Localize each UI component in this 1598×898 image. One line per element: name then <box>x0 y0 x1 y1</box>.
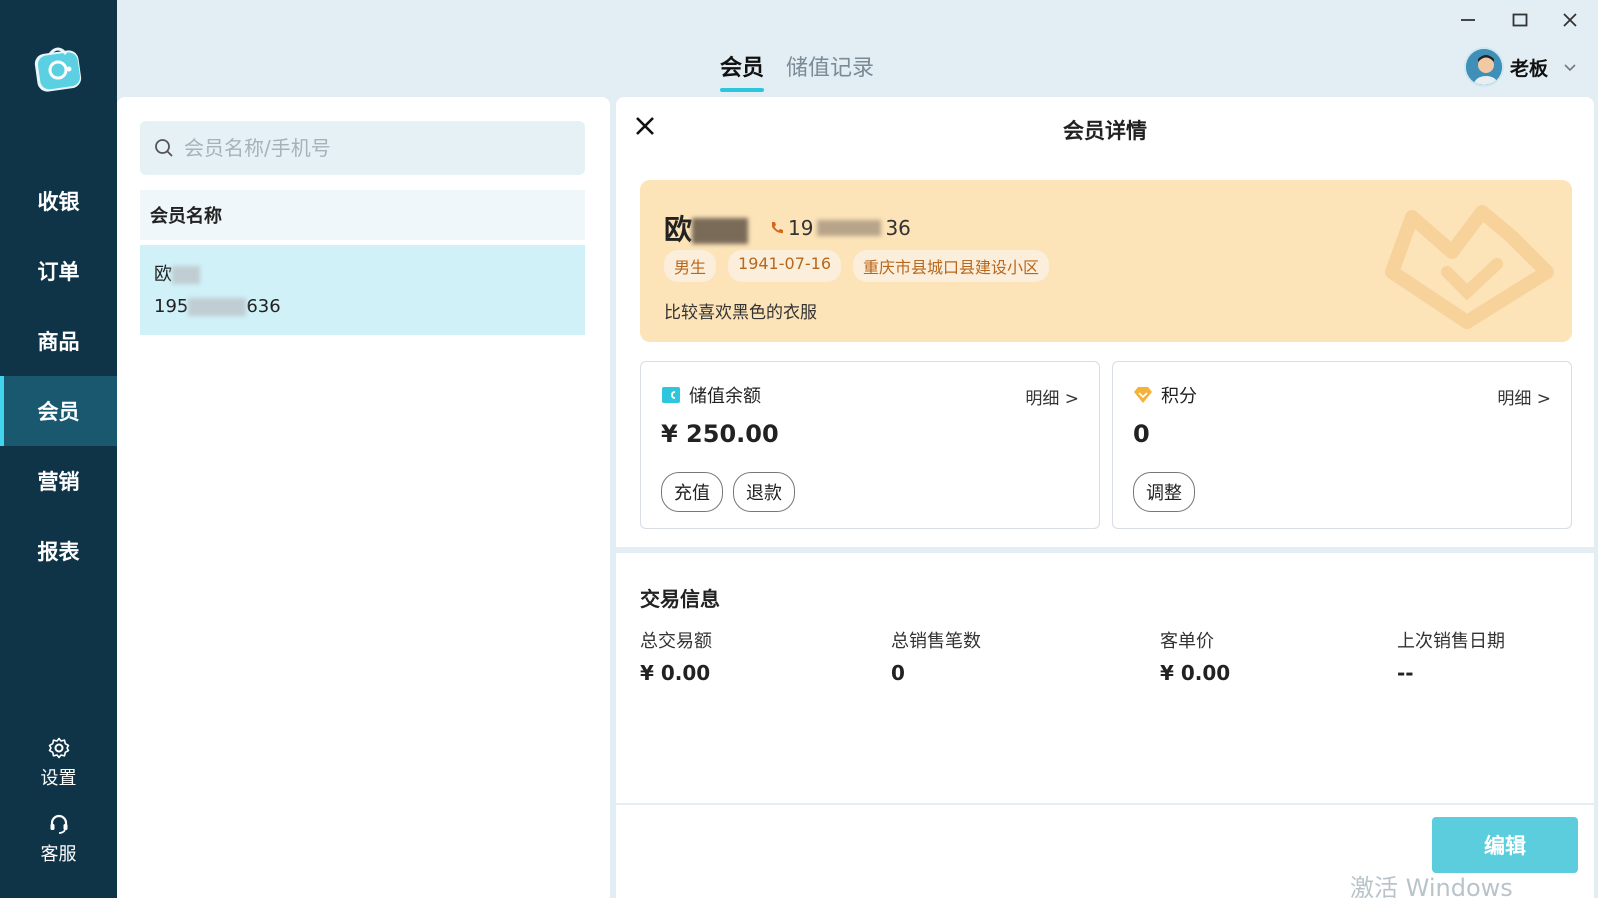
nav-item-label: 商品 <box>37 330 80 354</box>
points-label: 积分 <box>1161 386 1197 407</box>
gender-tag: 男生 <box>664 250 717 282</box>
avatar <box>1464 47 1504 87</box>
stat-value: -- <box>1397 661 1414 685</box>
trade-info-section: 交易信息 总交易额 ¥ 0.00 总销售笔数 0 客单价 ¥ 0.00 上次销售… <box>616 553 1594 803</box>
user-name: 老板 <box>1510 57 1549 80</box>
stat-label: 总销售笔数 <box>891 631 981 652</box>
redacted-mask <box>172 266 200 284</box>
stat-label: 客单价 <box>1160 631 1214 652</box>
nav-item-label: 会员 <box>37 400 80 424</box>
stat-value: 0 <box>891 661 905 685</box>
nav-item-members[interactable]: 会员 <box>0 376 117 446</box>
nav-item-label: 报表 <box>37 540 80 564</box>
points-header: 积分 <box>1133 382 1197 408</box>
points-card: 积分 明细 > 0 调整 <box>1112 361 1572 529</box>
stat-value: ¥ 0.00 <box>1160 661 1231 685</box>
trade-stat-total-amount: 总交易额 ¥ 0.00 <box>640 627 712 685</box>
stored-value-label: 储值余额 <box>689 386 761 407</box>
member-phone-display: 19 36 <box>770 216 911 240</box>
stored-value-card: 储值余额 明细 > ¥ 250.00 充值 退款 <box>640 361 1100 529</box>
nav-item-orders[interactable]: 订单 <box>0 236 117 306</box>
stat-value: ¥ 0.00 <box>640 661 711 685</box>
redacted-mask <box>188 298 247 316</box>
headset-icon <box>50 814 67 834</box>
gear-icon <box>48 737 69 759</box>
member-tags: 男生 1941-07-16 重庆市县城口县建设小区 <box>664 250 1050 282</box>
app-logo-icon[interactable] <box>33 44 83 92</box>
page-title: 会员详情 <box>1063 119 1147 143</box>
stored-value-amount: ¥ 250.00 <box>661 420 779 448</box>
minimize-button[interactable] <box>1448 6 1488 34</box>
adjust-points-button[interactable]: 调整 <box>1133 472 1195 512</box>
user-menu[interactable]: 老板 <box>1464 47 1578 87</box>
member-name: 欧 <box>664 213 693 246</box>
address-tag: 重庆市县城口县建设小区 <box>853 250 1050 282</box>
member-name-line: 欧 <box>154 259 571 291</box>
stat-label: 上次销售日期 <box>1397 631 1505 652</box>
sidebar: 收银 订单 商品 会员 营销 报表 设置 客服 <box>0 0 117 898</box>
birthday-tag: 1941-07-16 <box>728 250 841 282</box>
settings-button[interactable]: 设置 <box>0 736 117 790</box>
member-phone-prefix: 195 <box>154 296 189 317</box>
stored-value-actions: 充值 退款 <box>661 472 795 512</box>
windows-activation-watermark: 激活 Windows <box>1350 874 1513 898</box>
redacted-mask <box>692 218 749 244</box>
list-item[interactable]: 欧 195 636 <box>140 245 585 335</box>
member-phone-line: 195 636 <box>154 291 571 323</box>
top-tabs: 会员 储值记录 <box>720 50 874 92</box>
column-header-member-name: 会员名称 <box>140 190 585 240</box>
nav-item-label: 营销 <box>37 470 80 494</box>
stored-value-header: 储值余额 <box>661 382 761 408</box>
stat-label: 总交易额 <box>640 631 712 652</box>
support-label: 客服 <box>40 844 77 865</box>
tab-members[interactable]: 会员 <box>720 50 765 92</box>
support-button[interactable]: 客服 <box>0 812 117 866</box>
close-icon <box>1563 13 1577 27</box>
trade-info-title: 交易信息 <box>640 587 720 611</box>
edit-button[interactable]: 编辑 <box>1432 817 1578 873</box>
nav-item-label: 收银 <box>37 190 80 214</box>
member-info-card: 欧 19 36 男生 1941-07-16 重庆市县城口县建设小区 比较喜欢黑色的… <box>640 180 1572 342</box>
refund-button[interactable]: 退款 <box>733 472 795 512</box>
member-detail-panel: 会员详情 欧 19 36 男生 1941-07-16 重庆市县城口县建设小区 比较… <box>616 97 1594 898</box>
phone-icon <box>772 222 783 234</box>
points-detail-link[interactable]: 明细 > <box>1497 384 1551 409</box>
nav-item-label: 订单 <box>37 260 80 284</box>
member-name-display: 欧 <box>664 208 749 248</box>
stored-value-detail-link[interactable]: 明细 > <box>1025 384 1079 409</box>
nav-item-marketing[interactable]: 营销 <box>0 446 117 516</box>
tab-stored-value-records[interactable]: 储值记录 <box>786 50 874 88</box>
diamond-icon <box>1134 387 1152 403</box>
close-window-button[interactable] <box>1550 6 1590 34</box>
trade-stat-last-sale-date: 上次销售日期 -- <box>1397 627 1505 685</box>
maximize-icon <box>1512 13 1528 27</box>
member-phone-suffix: 36 <box>885 216 911 240</box>
chevron-down-icon <box>1564 64 1576 72</box>
points-value: 0 <box>1133 420 1150 448</box>
member-name: 欧 <box>154 264 172 285</box>
nav-item-reports[interactable]: 报表 <box>0 516 117 586</box>
search-box <box>140 121 585 175</box>
wallet-icon <box>662 387 680 403</box>
search-icon <box>155 139 173 157</box>
settings-label: 设置 <box>40 768 77 789</box>
nav-item-cashier[interactable]: 收银 <box>0 166 117 236</box>
nav-item-products[interactable]: 商品 <box>0 306 117 376</box>
member-note: 比较喜欢黑色的衣服 <box>664 303 817 323</box>
detail-top-section: 会员详情 欧 19 36 男生 1941-07-16 重庆市县城口县建设小区 比较… <box>616 97 1594 547</box>
member-list-panel: 会员名称 欧 195 636 <box>117 97 610 898</box>
points-actions: 调整 <box>1133 472 1195 512</box>
recharge-button[interactable]: 充值 <box>661 472 723 512</box>
maximize-button[interactable] <box>1500 6 1540 34</box>
redacted-mask <box>817 220 882 236</box>
membership-badge-icon <box>1385 205 1554 329</box>
member-phone-suffix: 636 <box>246 296 281 317</box>
search-input[interactable] <box>184 136 574 160</box>
member-phone-prefix: 19 <box>788 216 814 240</box>
trade-stat-order-count: 总销售笔数 0 <box>891 627 981 685</box>
trade-stat-avg-price: 客单价 ¥ 0.00 <box>1160 627 1230 685</box>
minimize-icon <box>1461 19 1475 21</box>
